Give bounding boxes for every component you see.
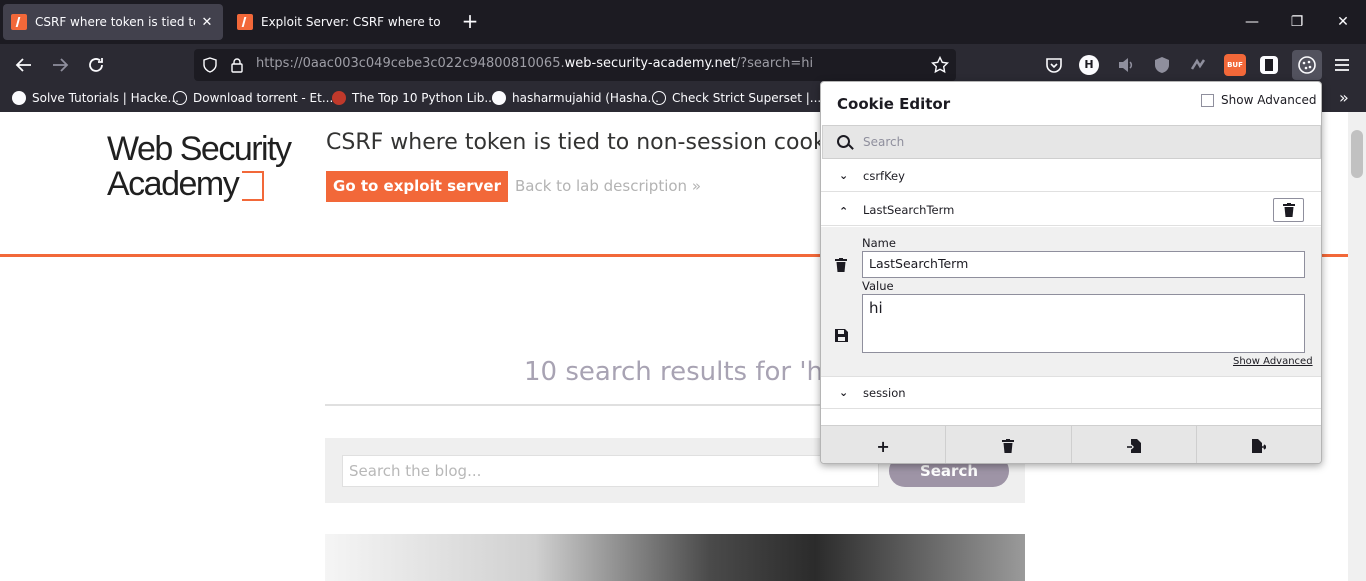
tab-title: CSRF where token is tied to non- xyxy=(35,15,195,29)
shield-icon[interactable] xyxy=(202,57,218,73)
show-advanced-link[interactable]: Show Advanced xyxy=(1233,356,1313,367)
bookmark-item[interactable]: The Top 10 Python Lib... xyxy=(332,91,496,105)
page-scrollbar[interactable] xyxy=(1348,112,1366,581)
lab-title: CSRF where token is tied to non-session … xyxy=(326,130,832,155)
export-icon xyxy=(1251,439,1266,453)
lock-icon[interactable] xyxy=(229,57,245,73)
hackbar-extension-icon[interactable]: H xyxy=(1079,55,1099,75)
globe-icon xyxy=(652,91,666,105)
bookmark-label: Check Strict Superset |... xyxy=(672,91,822,105)
pocket-icon[interactable] xyxy=(1043,54,1065,76)
bookmark-item[interactable]: hasharmujahid (Hasha... xyxy=(492,91,659,105)
maximize-icon[interactable]: ❐ xyxy=(1287,12,1307,32)
scrollbar-thumb[interactable] xyxy=(1351,130,1363,178)
cookie-detail-panel: Name LastSearchTerm Value hi Show Advanc… xyxy=(821,227,1321,377)
import-cookies-button[interactable] xyxy=(1072,426,1197,463)
double-chevron-right-icon: » xyxy=(691,177,702,195)
trash-icon xyxy=(1282,203,1295,217)
cookie-name: csrfKey xyxy=(863,169,905,183)
tab-exploit-server[interactable]: Exploit Server: CSRF where toke xyxy=(229,4,449,40)
bookmark-label: Download torrent - Et... xyxy=(193,91,334,105)
github-icon xyxy=(492,91,506,105)
logo-line-2-text: Academy xyxy=(107,165,240,203)
bookmark-star-icon[interactable] xyxy=(931,56,949,74)
tab-csrf-lab[interactable]: CSRF where token is tied to non- ✕ xyxy=(3,4,223,40)
cookie-value-textarea[interactable]: hi xyxy=(862,294,1305,353)
close-window-icon[interactable]: ✕ xyxy=(1333,12,1353,32)
cookie-row-lastsearchterm[interactable]: ⌃ LastSearchTerm xyxy=(821,194,1321,226)
cookie-editor-title: Cookie Editor xyxy=(837,95,951,113)
go-to-exploit-server-button[interactable]: Go to exploit server xyxy=(326,171,508,202)
bookmark-item[interactable]: Solve Tutorials | Hacke... xyxy=(12,91,179,105)
url-bar[interactable]: https://0aac003c049cebe3c022c94800810065… xyxy=(194,49,956,81)
back-link-text: Back to lab description xyxy=(515,177,688,195)
chevron-down-icon: ⌄ xyxy=(839,169,849,182)
wappalyzer-extension-icon[interactable] xyxy=(1187,54,1209,76)
search-results-title: 10 search results for 'hi xyxy=(524,357,831,387)
back-arrow-icon[interactable] xyxy=(13,54,35,76)
tab-title: Exploit Server: CSRF where toke xyxy=(261,15,441,29)
cookie-search-placeholder: Search xyxy=(863,135,905,149)
portswigger-favicon-icon xyxy=(11,14,27,30)
bookmark-label: hasharmujahid (Hasha... xyxy=(512,91,659,105)
cookie-name-input[interactable]: LastSearchTerm xyxy=(862,251,1305,278)
reload-icon[interactable] xyxy=(85,54,107,76)
vpn-shield-extension-icon[interactable] xyxy=(1151,54,1173,76)
site-favicon-icon xyxy=(332,91,346,105)
cookie-name: session xyxy=(863,386,906,400)
web-security-academy-logo[interactable]: Web Security Academy xyxy=(107,132,307,202)
tab-close-icon[interactable]: ✕ xyxy=(199,15,215,30)
navigation-toolbar: https://0aac003c049cebe3c022c94800810065… xyxy=(0,44,1366,86)
forward-arrow-icon[interactable] xyxy=(49,54,71,76)
show-advanced-checkbox[interactable] xyxy=(1201,94,1214,107)
export-cookies-button[interactable] xyxy=(1197,426,1321,463)
chevron-down-icon: ⌄ xyxy=(839,386,849,399)
bookmark-item[interactable]: Download torrent - Et... xyxy=(173,91,333,105)
cookie-editor-footer: + xyxy=(821,425,1321,463)
bookmark-label: Solve Tutorials | Hacke... xyxy=(32,91,179,105)
logo-bolt-icon xyxy=(242,171,265,202)
url-prefix: https://0aac003c049cebe3c022c94800810065… xyxy=(256,56,565,71)
delete-cookie-trash-icon[interactable] xyxy=(833,257,849,273)
value-field-label: Value xyxy=(862,279,894,293)
back-to-lab-description-link[interactable]: Back to lab description » xyxy=(515,177,701,195)
blog-search-input[interactable]: Search the blog... xyxy=(342,455,879,487)
delete-all-icon xyxy=(1002,439,1015,453)
bookmark-folder-icon xyxy=(12,91,26,105)
add-cookie-button[interactable]: + xyxy=(821,426,947,463)
globe-icon xyxy=(173,91,187,105)
burp-extension-icon[interactable]: BUF xyxy=(1224,54,1246,76)
cookie-row-csrfkey[interactable]: ⌄ csrfKey xyxy=(821,160,1321,192)
minimize-icon[interactable]: — xyxy=(1242,12,1262,32)
bookmark-item[interactable]: Check Strict Superset |... xyxy=(652,91,821,105)
import-icon xyxy=(1126,439,1141,453)
show-advanced-label[interactable]: Show Advanced xyxy=(1221,93,1316,107)
tab-bar: CSRF where token is tied to non- ✕ Explo… xyxy=(0,0,1366,44)
menu-hamburger-icon[interactable] xyxy=(1331,54,1353,76)
speaker-extension-icon[interactable] xyxy=(1115,54,1137,76)
cookie-search-input[interactable]: Search xyxy=(822,125,1321,159)
cookie-autodelete-extension-icon[interactable] xyxy=(1260,56,1278,74)
portswigger-favicon-icon xyxy=(237,14,253,30)
bookmark-label: The Top 10 Python Lib... xyxy=(352,91,496,105)
url-domain: web-security-academy.net xyxy=(564,56,736,71)
url-suffix: /?search=hi xyxy=(735,56,814,71)
cookie-name: LastSearchTerm xyxy=(863,203,955,217)
blog-post-image[interactable] xyxy=(325,534,1025,581)
search-icon xyxy=(837,135,850,148)
url-text[interactable]: https://0aac003c049cebe3c022c94800810065… xyxy=(256,56,813,71)
more-bookmarks-chevron-icon[interactable]: » xyxy=(1339,88,1349,107)
delete-cookie-button[interactable] xyxy=(1273,198,1304,222)
chevron-up-icon: ⌃ xyxy=(839,205,849,218)
cookie-editor-popup: Cookie Editor Show Advanced Search ⌄ csr… xyxy=(820,81,1322,464)
logo-line-1: Web Security xyxy=(107,130,292,168)
name-field-label: Name xyxy=(862,236,896,250)
add-icon: + xyxy=(876,436,890,456)
cookie-editor-extension-icon[interactable] xyxy=(1292,50,1322,80)
delete-all-cookies-button[interactable] xyxy=(946,426,1072,463)
new-tab-icon[interactable]: + xyxy=(460,10,480,34)
cookie-row-session[interactable]: ⌄ session xyxy=(821,377,1321,409)
logo-line-2: Academy xyxy=(107,167,307,202)
save-cookie-floppy-icon[interactable] xyxy=(833,328,849,344)
